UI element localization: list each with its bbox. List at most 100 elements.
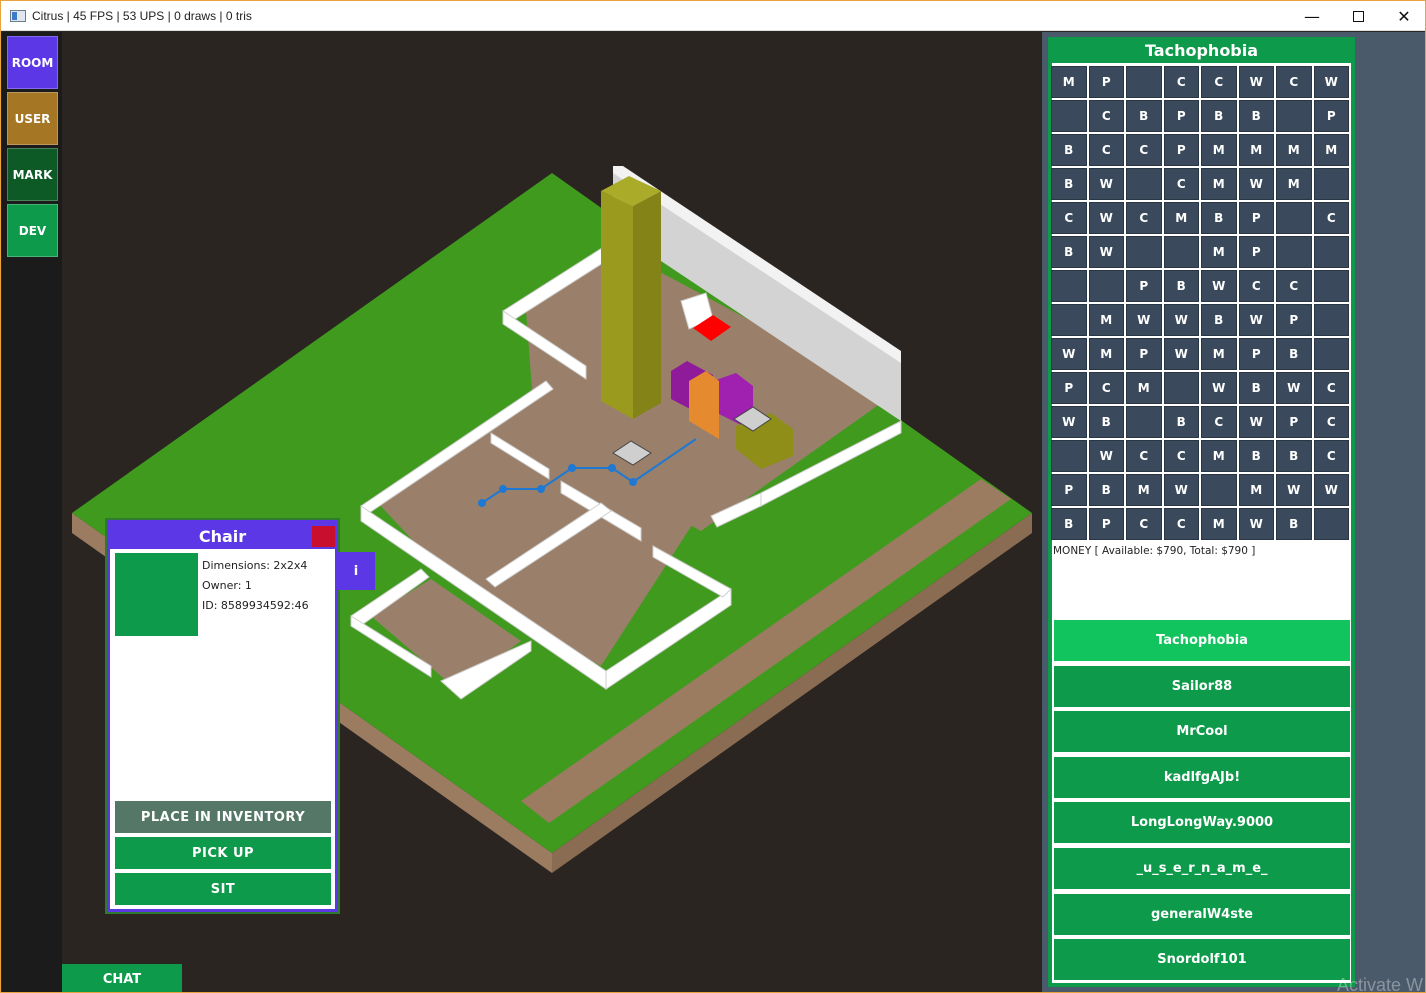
grid-cell[interactable]: B	[1276, 338, 1312, 370]
grid-cell[interactable]: W	[1201, 372, 1237, 404]
grid-cell[interactable]	[1126, 168, 1162, 200]
grid-cell[interactable]: M	[1201, 440, 1237, 472]
grid-cell[interactable]: W	[1238, 66, 1274, 98]
grid-cell[interactable]: P	[1088, 508, 1124, 540]
grid-cell[interactable]: M	[1238, 474, 1274, 506]
grid-cell[interactable]: P	[1051, 474, 1087, 506]
grid-cell[interactable]: M	[1126, 474, 1162, 506]
close-panel-button[interactable]	[312, 526, 335, 547]
grid-cell[interactable]: W	[1238, 406, 1274, 438]
grid-cell[interactable]: C	[1126, 440, 1162, 472]
user-list-item[interactable]: MrCool	[1054, 711, 1350, 753]
pick-up-button[interactable]: PICK UP	[115, 837, 331, 869]
grid-cell[interactable]: M	[1201, 134, 1237, 166]
grid-cell[interactable]: W	[1313, 66, 1349, 98]
grid-cell[interactable]: B	[1238, 372, 1274, 404]
grid-cell[interactable]	[1163, 372, 1199, 404]
minimize-button[interactable]: —	[1289, 1, 1335, 31]
grid-cell[interactable]: M	[1088, 338, 1124, 370]
user-list-item[interactable]: _u_s_e_r_n_a_m_e_	[1054, 848, 1350, 889]
grid-cell[interactable]	[1126, 236, 1162, 268]
grid-cell[interactable]: C	[1201, 66, 1237, 98]
grid-cell[interactable]: W	[1088, 168, 1124, 200]
grid-cell[interactable]: M	[1313, 134, 1349, 166]
grid-cell[interactable]: B	[1051, 236, 1087, 268]
grid-cell[interactable]: W	[1088, 236, 1124, 268]
grid-cell[interactable]: M	[1201, 338, 1237, 370]
grid-cell[interactable]	[1051, 440, 1087, 472]
grid-cell[interactable]: B	[1051, 508, 1087, 540]
grid-cell[interactable]: W	[1088, 202, 1124, 234]
maximize-button[interactable]	[1335, 1, 1381, 31]
grid-cell[interactable]: C	[1163, 440, 1199, 472]
grid-cell[interactable]: W	[1163, 338, 1199, 370]
grid-cell[interactable]	[1163, 236, 1199, 268]
user-list-item[interactable]: kadlfgAJb!	[1054, 756, 1350, 798]
user-list-item[interactable]: generalW4ste	[1054, 893, 1350, 935]
grid-cell[interactable]	[1276, 100, 1312, 132]
grid-cell[interactable]: C	[1313, 406, 1349, 438]
grid-cell[interactable]: W	[1276, 474, 1312, 506]
grid-cell[interactable]	[1088, 270, 1124, 302]
sit-button[interactable]: SIT	[115, 873, 331, 905]
grid-cell[interactable]: C	[1051, 202, 1087, 234]
grid-cell[interactable]: W	[1051, 406, 1087, 438]
user-list-item[interactable]: Sailor88	[1054, 665, 1350, 707]
grid-cell[interactable]: B	[1201, 100, 1237, 132]
grid-cell[interactable]	[1051, 270, 1087, 302]
grid-cell[interactable]: C	[1088, 372, 1124, 404]
nav-user-button[interactable]: USER	[7, 92, 58, 145]
grid-cell[interactable]: B	[1051, 168, 1087, 200]
place-in-inventory-button[interactable]: PLACE IN INVENTORY	[115, 801, 331, 833]
grid-cell[interactable]: C	[1313, 440, 1349, 472]
grid-cell[interactable]: P	[1238, 236, 1274, 268]
grid-cell[interactable]: C	[1088, 134, 1124, 166]
grid-cell[interactable]: W	[1126, 304, 1162, 336]
grid-cell[interactable]	[1201, 474, 1237, 506]
grid-cell[interactable]	[1126, 66, 1162, 98]
grid-cell[interactable]: P	[1051, 372, 1087, 404]
grid-cell[interactable]	[1313, 338, 1349, 370]
grid-cell[interactable]: M	[1238, 134, 1274, 166]
user-list-item[interactable]: Snordolf101	[1054, 939, 1350, 981]
close-window-button[interactable]: ✕	[1381, 1, 1425, 31]
grid-cell[interactable]: B	[1163, 270, 1199, 302]
grid-cell[interactable]: M	[1088, 304, 1124, 336]
grid-cell[interactable]: P	[1276, 406, 1312, 438]
grid-cell[interactable]: C	[1163, 508, 1199, 540]
grid-cell[interactable]: M	[1276, 168, 1312, 200]
grid-cell[interactable]: C	[1276, 66, 1312, 98]
grid-cell[interactable]: B	[1201, 304, 1237, 336]
grid-cell[interactable]: M	[1163, 202, 1199, 234]
grid-cell[interactable]: B	[1276, 508, 1312, 540]
grid-cell[interactable]: C	[1126, 508, 1162, 540]
grid-cell[interactable]: B	[1201, 202, 1237, 234]
grid-cell[interactable]: W	[1238, 508, 1274, 540]
grid-cell[interactable]: W	[1088, 440, 1124, 472]
grid-cell[interactable]: M	[1051, 66, 1087, 98]
grid-cell[interactable]: W	[1313, 474, 1349, 506]
grid-cell[interactable]: P	[1163, 100, 1199, 132]
grid-cell[interactable]: P	[1126, 338, 1162, 370]
grid-cell[interactable]: W	[1201, 270, 1237, 302]
grid-cell[interactable]: C	[1238, 270, 1274, 302]
grid-cell[interactable]: W	[1163, 474, 1199, 506]
grid-cell[interactable]: C	[1276, 270, 1312, 302]
grid-cell[interactable]: P	[1313, 100, 1349, 132]
grid-cell[interactable]: P	[1238, 202, 1274, 234]
grid-cell[interactable]: W	[1051, 338, 1087, 370]
grid-cell[interactable]: P	[1126, 270, 1162, 302]
info-button[interactable]: i	[337, 552, 375, 590]
grid-cell[interactable]	[1126, 406, 1162, 438]
grid-cell[interactable]: P	[1238, 338, 1274, 370]
grid-cell[interactable]: C	[1126, 202, 1162, 234]
grid-cell[interactable]: M	[1201, 508, 1237, 540]
grid-cell[interactable]: B	[1051, 134, 1087, 166]
grid-cell[interactable]: C	[1201, 406, 1237, 438]
nav-room-button[interactable]: ROOM	[7, 36, 58, 89]
grid-cell[interactable]: C	[1313, 202, 1349, 234]
grid-cell[interactable]: C	[1163, 66, 1199, 98]
grid-cell[interactable]: M	[1276, 134, 1312, 166]
grid-cell[interactable]: P	[1163, 134, 1199, 166]
grid-cell[interactable]: B	[1126, 100, 1162, 132]
